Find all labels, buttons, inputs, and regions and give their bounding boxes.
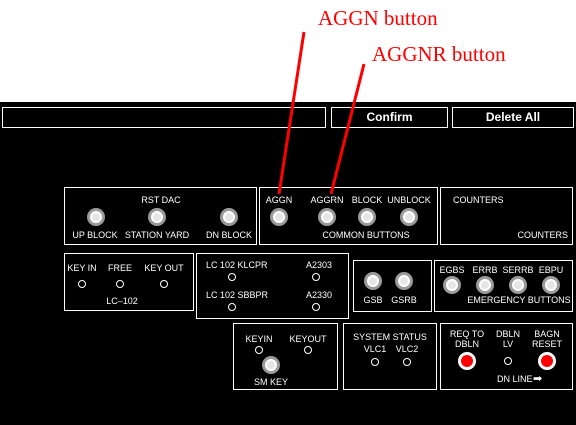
sm-key-button[interactable] bbox=[262, 356, 280, 374]
gsrb-label: GSRB bbox=[391, 295, 417, 305]
dn-line-group: REQ TO DBLN DBLN LV BAGN RESET DN LINE ➡ bbox=[440, 323, 573, 390]
aggn-label: AGGN bbox=[265, 195, 293, 205]
up-block-button[interactable] bbox=[87, 208, 105, 226]
key-in-lamp bbox=[78, 280, 86, 288]
egbs-label: EGBS bbox=[439, 265, 465, 275]
keyin-lamp bbox=[255, 346, 263, 354]
gsb-button[interactable] bbox=[364, 272, 382, 290]
dn-block-label: DN BLOCK bbox=[205, 230, 253, 240]
a2330-label: A2330 bbox=[306, 290, 333, 300]
bagn-reset-label-2: RESET bbox=[531, 339, 563, 349]
req-to-dbln-button[interactable] bbox=[458, 352, 476, 370]
errb-button[interactable] bbox=[476, 276, 494, 294]
block-button[interactable] bbox=[358, 208, 376, 226]
sm-key-caption: SM KEY bbox=[253, 377, 289, 387]
sbbpr-lamp bbox=[228, 303, 236, 311]
confirm-button[interactable]: Confirm bbox=[331, 107, 448, 128]
counters-caption: COUNTERS bbox=[517, 230, 568, 240]
sm-key-group: KEYIN KEYOUT SM KEY bbox=[233, 323, 338, 390]
vlc1-label: VLC1 bbox=[363, 344, 387, 354]
gsb-group: GSB GSRB bbox=[353, 260, 432, 312]
emergency-caption: EMERGENCY BUTTONS bbox=[467, 295, 571, 305]
dn-line-caption: DN LINE bbox=[497, 374, 533, 384]
klcpr-label: LC 102 KLCPR bbox=[206, 260, 268, 270]
aggn-button[interactable] bbox=[270, 208, 288, 226]
free-lamp bbox=[116, 280, 124, 288]
keyin-label: KEYIN bbox=[245, 334, 273, 344]
aggrn-label: AGGRN bbox=[310, 195, 344, 205]
klcpr-lamp bbox=[228, 273, 236, 281]
ebpu-label: EBPU bbox=[538, 265, 564, 275]
station-yard-button[interactable] bbox=[148, 208, 166, 226]
dbln-lv-label-1: DBLN bbox=[495, 329, 521, 339]
dbln-lv-lamp bbox=[504, 357, 512, 365]
common-buttons-group: AGGN AGGRN BLOCK UNBLOCK COMMON BUTTONS bbox=[259, 187, 438, 245]
counters-group: COUNTERS COUNTERS bbox=[440, 187, 573, 245]
dn-block-button[interactable] bbox=[220, 208, 238, 226]
errb-label: ERRB bbox=[472, 265, 498, 275]
keyout-label: KEYOUT bbox=[289, 334, 327, 344]
bagn-reset-label-1: BAGN bbox=[534, 329, 560, 339]
ebpu-button[interactable] bbox=[542, 276, 560, 294]
lc-102-group: KEY IN FREE KEY OUT LC–102 bbox=[64, 253, 194, 311]
aggnr-annotation: AGGNR button bbox=[372, 42, 506, 66]
right-arrow-icon: ➡ bbox=[533, 373, 543, 385]
lc-102-route-group: LC 102 KLCPR A2303 LC 102 SBBPR A2330 bbox=[196, 253, 349, 319]
block-label: BLOCK bbox=[351, 195, 383, 205]
aggrn-button[interactable] bbox=[318, 208, 336, 226]
serrb-label: SERRB bbox=[502, 265, 534, 275]
serrb-button[interactable] bbox=[509, 276, 527, 294]
station-yard-label: STATION YARD bbox=[124, 230, 190, 240]
key-in-label: KEY IN bbox=[67, 263, 97, 273]
aggn-annotation: AGGN button bbox=[318, 6, 438, 30]
rst-dac-group: RST DAC UP BLOCK STATION YARD DN BLOCK bbox=[64, 187, 257, 245]
keyout-lamp bbox=[304, 346, 312, 354]
req-dbln-label-1: REQ TO bbox=[449, 329, 485, 339]
emergency-group: EGBS ERRB SERRB EBPU EMERGENCY BUTTONS bbox=[434, 260, 573, 312]
gsrb-button[interactable] bbox=[395, 272, 413, 290]
rst-dac-title: RST DAC bbox=[141, 195, 181, 205]
a2330-lamp bbox=[312, 303, 320, 311]
vlc2-lamp bbox=[403, 358, 411, 366]
dbln-lv-label-2: LV bbox=[502, 339, 514, 349]
system-status-title: SYSTEM STATUS bbox=[353, 332, 427, 342]
sbbpr-label: LC 102 SBBPR bbox=[206, 290, 269, 300]
vlc1-lamp bbox=[371, 358, 379, 366]
status-field bbox=[2, 107, 326, 128]
a2303-label: A2303 bbox=[306, 260, 333, 270]
req-dbln-label-2: DBLN bbox=[454, 339, 480, 349]
a2303-lamp bbox=[312, 273, 320, 281]
free-label: FREE bbox=[107, 263, 133, 273]
gsb-label: GSB bbox=[363, 295, 383, 305]
top-bar: Confirm Delete All bbox=[0, 107, 576, 128]
common-buttons-caption: COMMON BUTTONS bbox=[322, 230, 410, 240]
delete-all-button[interactable]: Delete All bbox=[452, 107, 574, 128]
lc-102-caption: LC–102 bbox=[106, 296, 138, 306]
up-block-label: UP BLOCK bbox=[72, 230, 118, 240]
system-status-group: SYSTEM STATUS VLC1 VLC2 bbox=[343, 323, 437, 390]
unblock-button[interactable] bbox=[400, 208, 418, 226]
key-out-lamp bbox=[160, 280, 168, 288]
unblock-label: UNBLOCK bbox=[387, 195, 431, 205]
key-out-label: KEY OUT bbox=[144, 263, 184, 273]
counters-title: COUNTERS bbox=[453, 195, 504, 205]
bagn-reset-button[interactable] bbox=[538, 352, 556, 370]
egbs-button[interactable] bbox=[443, 276, 461, 294]
vlc2-label: VLC2 bbox=[395, 344, 419, 354]
